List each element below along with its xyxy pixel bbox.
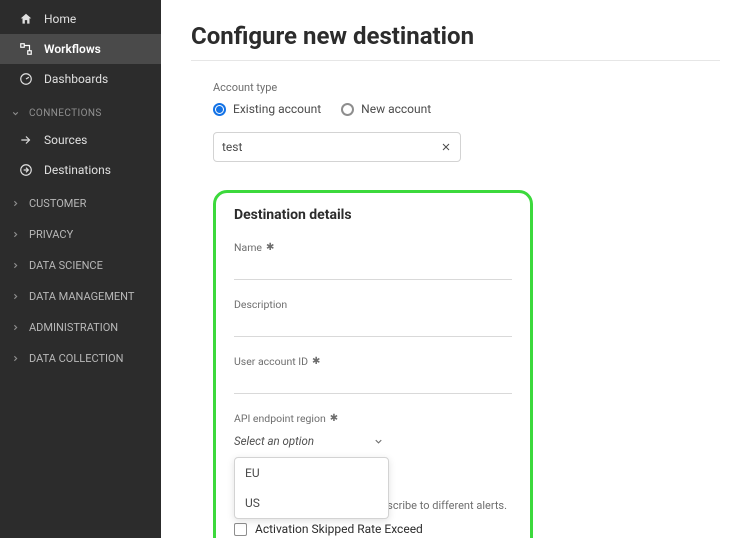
search-value: test [222,140,242,154]
required-icon: ✱ [312,356,320,367]
api-region-label: API endpoint region ✱ [234,412,512,425]
sidebar-section-connections[interactable]: CONNECTIONS [0,102,161,125]
checkbox-activation-skipped[interactable]: Activation Skipped Rate Exceed [234,522,512,536]
account-type-radios: Existing account New account [213,102,720,116]
sidebar-item-label: Home [44,12,76,26]
sidebar-section-administration[interactable]: ADMINISTRATION [0,315,161,340]
dropdown-option-us[interactable]: US [235,488,388,518]
sources-icon [18,132,34,148]
description-label: Description [234,298,512,311]
sidebar-item-home[interactable]: Home [0,4,161,34]
required-icon: ✱ [266,242,274,253]
home-icon [18,11,34,27]
api-region-select[interactable]: Select an option [234,429,384,453]
radio-dot [341,103,354,116]
sidebar-section-label: DATA COLLECTION [29,352,123,365]
sidebar-section-label: ADMINISTRATION [29,321,118,334]
user-account-id-label: User account ID ✱ [234,355,512,368]
sidebar-item-label: Destinations [44,163,111,177]
chevron-right-icon [11,199,23,208]
sidebar-item-label: Dashboards [44,72,108,86]
chevron-right-icon [11,230,23,239]
sidebar-section-data-science[interactable]: DATA SCIENCE [0,253,161,278]
name-input[interactable] [234,258,512,280]
chevron-right-icon [11,261,23,270]
main-content: Configure new destination Account type E… [161,0,750,538]
sidebar: Home Workflows Dashboards CONNECTIONS So… [0,0,161,538]
sidebar-section-label: CONNECTIONS [29,108,102,119]
name-label: Name ✱ [234,241,512,254]
sidebar-section-label: DATA MANAGEMENT [29,290,134,303]
chevron-down-icon [373,436,384,447]
required-icon: ✱ [330,413,338,424]
destinations-icon [18,162,34,178]
radio-new-account[interactable]: New account [341,102,431,116]
workflows-icon [18,41,34,57]
sidebar-section-privacy[interactable]: PRIVACY [0,222,161,247]
user-account-id-input[interactable] [234,372,512,394]
radio-label: Existing account [233,102,321,116]
sidebar-item-dashboards[interactable]: Dashboards [0,64,161,94]
radio-label: New account [361,102,431,116]
chevron-right-icon [11,354,23,363]
sidebar-item-workflows[interactable]: Workflows [0,34,161,64]
chevron-down-icon [11,109,23,118]
sidebar-section-data-management[interactable]: DATA MANAGEMENT [0,284,161,309]
destination-details-card: Destination details Name ✱ Description U… [213,190,533,538]
clear-icon[interactable] [440,141,452,153]
sidebar-item-label: Workflows [44,42,101,56]
sidebar-item-sources[interactable]: Sources [0,125,161,155]
divider [191,60,720,61]
radio-existing-account[interactable]: Existing account [213,102,321,116]
checkbox-box [234,523,247,536]
page-title: Configure new destination [191,22,720,50]
sidebar-section-customer[interactable]: CUSTOMER [0,191,161,216]
account-search-input[interactable]: test [213,132,461,162]
description-input[interactable] [234,315,512,337]
sidebar-section-data-collection[interactable]: DATA COLLECTION [0,346,161,371]
chevron-right-icon [11,292,23,301]
sidebar-item-label: Sources [44,133,87,147]
card-heading: Destination details [234,207,512,223]
radio-dot [213,103,226,116]
select-placeholder: Select an option [234,434,314,448]
account-type-label: Account type [213,81,720,94]
chevron-right-icon [11,323,23,332]
sidebar-section-label: CUSTOMER [29,197,86,210]
sidebar-section-label: DATA SCIENCE [29,259,103,272]
api-region-dropdown: EU US [234,457,389,519]
sidebar-item-destinations[interactable]: Destinations [0,155,161,185]
dropdown-option-eu[interactable]: EU [235,458,388,488]
dashboards-icon [18,71,34,87]
sidebar-section-label: PRIVACY [29,228,73,241]
checkbox-label: Activation Skipped Rate Exceed [255,522,423,536]
